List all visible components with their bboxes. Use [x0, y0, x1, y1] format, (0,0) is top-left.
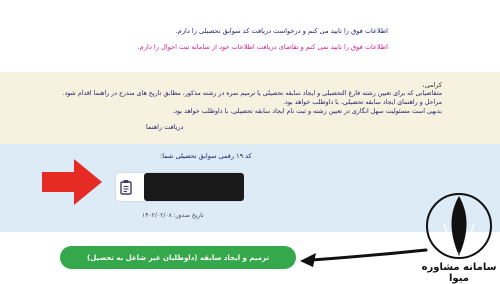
repair-create-record-button[interactable]: ترمیم و ایجاد سابقه (داوطلبان غیر شاغل ب…	[60, 246, 296, 269]
info-line-1: متقاضیانی که برای تعیین رشته فارغ التحصی…	[62, 90, 442, 97]
black-arrow-icon	[300, 248, 428, 267]
tracking-code-box	[115, 172, 244, 202]
confirm-option-text[interactable]: اطلاعات فوق را تایید می کنم و درخواست در…	[176, 27, 388, 35]
reject-option-text[interactable]: اطلاعات فوق را تایید نمی کنم و تقاضای در…	[138, 43, 388, 51]
info-title: کرامی،	[422, 81, 442, 89]
redacted-code	[144, 173, 244, 201]
confirmation-section: اطلاعات فوق را تایید می کنم و درخواست در…	[0, 0, 500, 70]
logo-text: سامانه مشاوره میوا	[421, 262, 497, 284]
info-panel: کرامی، متقاضیانی که برای تعیین رشته فارغ…	[0, 72, 500, 144]
red-arrow-icon	[42, 159, 102, 205]
copy-icon[interactable]	[119, 179, 133, 195]
download-guide-link[interactable]: دریافت راهنما	[146, 123, 183, 131]
info-line-2: مراحل و راهنمای ایجاد سابقه تحصیلی، با د…	[282, 99, 442, 106]
issue-date: تاریخ صدور: ۱۴۰۲/۰۲/۰۸	[142, 212, 204, 219]
brand-logo: سامانه مشاوره میوا	[420, 190, 498, 284]
logo-emblem	[426, 193, 492, 259]
info-line-3: بدیهی است مسئولیت سهل انگاری در تعیین رش…	[172, 108, 442, 115]
code-title: کد ۱۹ رقمی سوابق تحصیلی شما:	[160, 152, 252, 160]
